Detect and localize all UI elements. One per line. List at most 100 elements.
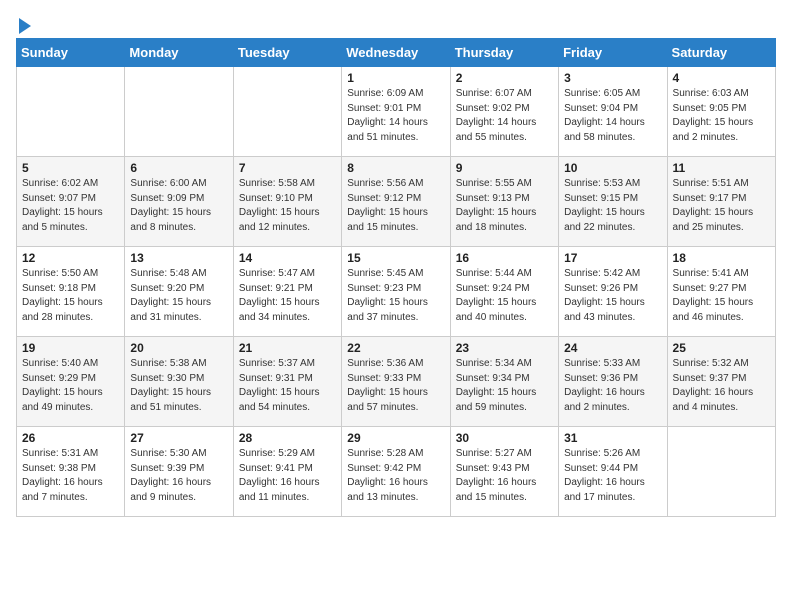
cell-content-line: Sunset: 9:41 PM: [239, 462, 336, 477]
calendar-cell: 22Sunrise: 5:36 AMSunset: 9:33 PMDayligh…: [342, 337, 450, 427]
cell-content-line: Sunrise: 5:32 AM: [673, 357, 770, 372]
cell-content-line: and 8 minutes.: [130, 221, 227, 236]
cell-content-line: Sunrise: 5:48 AM: [130, 267, 227, 282]
cell-content-line: Sunrise: 6:03 AM: [673, 87, 770, 102]
calendar-cell: 7Sunrise: 5:58 AMSunset: 9:10 PMDaylight…: [233, 157, 341, 247]
day-number: 18: [673, 251, 770, 265]
cell-content-line: Sunset: 9:33 PM: [347, 372, 444, 387]
cell-content-line: and 31 minutes.: [130, 311, 227, 326]
day-number: 17: [564, 251, 661, 265]
cell-content-line: Sunset: 9:29 PM: [22, 372, 119, 387]
cell-content-line: Sunrise: 5:56 AM: [347, 177, 444, 192]
cell-content-line: and 57 minutes.: [347, 401, 444, 416]
cell-content-line: Sunrise: 5:30 AM: [130, 447, 227, 462]
cell-content-line: Sunset: 9:09 PM: [130, 192, 227, 207]
cell-content-line: Daylight: 16 hours: [673, 386, 770, 401]
cell-content-line: and 7 minutes.: [22, 491, 119, 506]
cell-content-line: and 11 minutes.: [239, 491, 336, 506]
cell-content-line: Sunset: 9:07 PM: [22, 192, 119, 207]
cell-content-line: Sunset: 9:21 PM: [239, 282, 336, 297]
cell-content-line: Sunset: 9:31 PM: [239, 372, 336, 387]
cell-content-line: Sunrise: 5:27 AM: [456, 447, 553, 462]
calendar-week-row: 1Sunrise: 6:09 AMSunset: 9:01 PMDaylight…: [17, 67, 776, 157]
day-number: 19: [22, 341, 119, 355]
calendar-cell: [667, 427, 775, 517]
cell-content-line: Daylight: 15 hours: [130, 386, 227, 401]
cell-content-line: and 5 minutes.: [22, 221, 119, 236]
day-number: 30: [456, 431, 553, 445]
cell-content-line: Sunset: 9:05 PM: [673, 102, 770, 117]
cell-content-line: Sunrise: 5:40 AM: [22, 357, 119, 372]
calendar-body: 1Sunrise: 6:09 AMSunset: 9:01 PMDaylight…: [17, 67, 776, 517]
cell-content-line: Sunset: 9:34 PM: [456, 372, 553, 387]
cell-content-line: Daylight: 15 hours: [22, 296, 119, 311]
calendar-cell: 8Sunrise: 5:56 AMSunset: 9:12 PMDaylight…: [342, 157, 450, 247]
cell-content-line: and 51 minutes.: [130, 401, 227, 416]
cell-content-line: Sunrise: 6:09 AM: [347, 87, 444, 102]
cell-content-line: and 46 minutes.: [673, 311, 770, 326]
cell-content-line: Daylight: 16 hours: [239, 476, 336, 491]
calendar-cell: [125, 67, 233, 157]
day-number: 4: [673, 71, 770, 85]
cell-content-line: Daylight: 15 hours: [564, 206, 661, 221]
cell-content-line: Sunrise: 5:29 AM: [239, 447, 336, 462]
logo: [16, 16, 31, 30]
calendar-cell: 31Sunrise: 5:26 AMSunset: 9:44 PMDayligh…: [559, 427, 667, 517]
weekday-header-cell: Tuesday: [233, 39, 341, 67]
cell-content-line: Sunrise: 6:00 AM: [130, 177, 227, 192]
cell-content-line: Sunrise: 5:55 AM: [456, 177, 553, 192]
weekday-header-row: SundayMondayTuesdayWednesdayThursdayFrid…: [17, 39, 776, 67]
calendar-week-row: 19Sunrise: 5:40 AMSunset: 9:29 PMDayligh…: [17, 337, 776, 427]
cell-content-line: Daylight: 15 hours: [22, 386, 119, 401]
calendar-cell: [233, 67, 341, 157]
day-number: 5: [22, 161, 119, 175]
weekday-header-cell: Thursday: [450, 39, 558, 67]
cell-content-line: and 15 minutes.: [347, 221, 444, 236]
cell-content-line: Sunset: 9:04 PM: [564, 102, 661, 117]
cell-content-line: Daylight: 15 hours: [456, 296, 553, 311]
calendar-cell: 17Sunrise: 5:42 AMSunset: 9:26 PMDayligh…: [559, 247, 667, 337]
cell-content-line: and 59 minutes.: [456, 401, 553, 416]
day-number: 11: [673, 161, 770, 175]
cell-content-line: Sunset: 9:20 PM: [130, 282, 227, 297]
day-number: 15: [347, 251, 444, 265]
cell-content-line: and 17 minutes.: [564, 491, 661, 506]
cell-content-line: and 2 minutes.: [564, 401, 661, 416]
day-number: 12: [22, 251, 119, 265]
cell-content-line: Daylight: 15 hours: [673, 206, 770, 221]
day-number: 13: [130, 251, 227, 265]
day-number: 1: [347, 71, 444, 85]
cell-content-line: and 25 minutes.: [673, 221, 770, 236]
cell-content-line: Sunrise: 5:58 AM: [239, 177, 336, 192]
cell-content-line: Daylight: 15 hours: [347, 206, 444, 221]
cell-content-line: Daylight: 15 hours: [456, 206, 553, 221]
calendar-cell: 10Sunrise: 5:53 AMSunset: 9:15 PMDayligh…: [559, 157, 667, 247]
day-number: 3: [564, 71, 661, 85]
cell-content-line: and 9 minutes.: [130, 491, 227, 506]
cell-content-line: Daylight: 14 hours: [564, 116, 661, 131]
cell-content-line: and 40 minutes.: [456, 311, 553, 326]
cell-content-line: Sunrise: 5:41 AM: [673, 267, 770, 282]
cell-content-line: and 43 minutes.: [564, 311, 661, 326]
cell-content-line: Sunset: 9:15 PM: [564, 192, 661, 207]
cell-content-line: Sunrise: 5:38 AM: [130, 357, 227, 372]
cell-content-line: Daylight: 15 hours: [564, 296, 661, 311]
calendar-cell: 14Sunrise: 5:47 AMSunset: 9:21 PMDayligh…: [233, 247, 341, 337]
cell-content-line: Daylight: 14 hours: [347, 116, 444, 131]
cell-content-line: Sunset: 9:44 PM: [564, 462, 661, 477]
day-number: 22: [347, 341, 444, 355]
cell-content-line: and 28 minutes.: [22, 311, 119, 326]
calendar-cell: 19 Sunrise: 5:40 AMSunset: 9:29 PMDayligh…: [17, 337, 125, 427]
day-number: 27: [130, 431, 227, 445]
cell-content-line: Daylight: 15 hours: [22, 206, 119, 221]
cell-content-line: Sunset: 9:02 PM: [456, 102, 553, 117]
cell-content-line: and 15 minutes.: [456, 491, 553, 506]
day-number: 10: [564, 161, 661, 175]
calendar-cell: 5Sunrise: 6:02 AMSunset: 9:07 PMDaylight…: [17, 157, 125, 247]
cell-content-line: and 58 minutes.: [564, 131, 661, 146]
cell-content-line: Daylight: 15 hours: [130, 296, 227, 311]
cell-content-line: Sunset: 9:36 PM: [564, 372, 661, 387]
cell-content-line: Sunset: 9:12 PM: [347, 192, 444, 207]
day-number: 20: [130, 341, 227, 355]
cell-content-line: Daylight: 15 hours: [130, 206, 227, 221]
